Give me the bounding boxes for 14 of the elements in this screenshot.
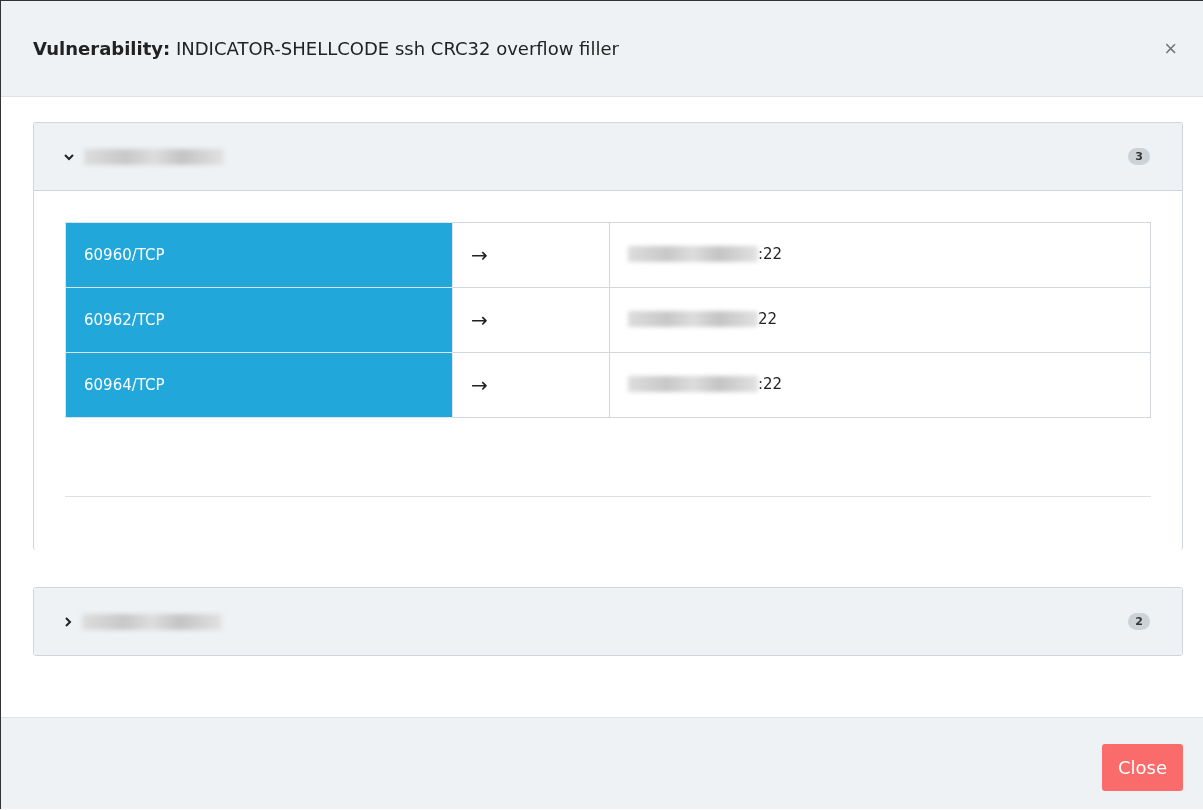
table-cell: → <box>452 222 610 288</box>
count-badge: 3 <box>1128 148 1150 165</box>
port-text: :22 <box>758 244 783 263</box>
table-cell: → <box>452 352 610 418</box>
port-text: 22 <box>758 309 778 328</box>
table-cell: 60962/TCP <box>65 287 453 353</box>
table-cell: 60960/TCP <box>65 222 453 288</box>
table-cell: 60964/TCP <box>65 352 453 418</box>
panel-header[interactable]: 3 <box>34 123 1182 191</box>
panel-header[interactable]: 2 <box>34 588 1182 655</box>
table-cell: → <box>452 287 610 353</box>
count-badge: 2 <box>1128 613 1150 630</box>
port-text: :22 <box>758 374 783 393</box>
dialog-title: Vulnerability: INDICATOR-SHELLCODE ssh CRC32 overflow filler <box>33 38 620 59</box>
